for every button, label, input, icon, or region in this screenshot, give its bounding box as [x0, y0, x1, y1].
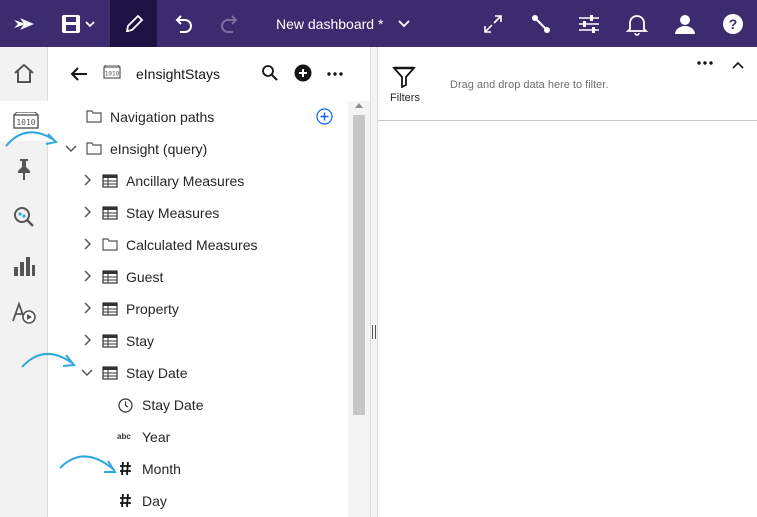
annotation-arrow-icon — [59, 455, 117, 473]
chevron-right-icon[interactable] — [82, 334, 94, 346]
tree-item-label: Year — [142, 429, 171, 445]
filter-drop-zone[interactable]: Filters Drag and drop data here to filte… — [378, 47, 757, 121]
annotation-arrow-icon — [5, 131, 59, 147]
hash-icon — [119, 461, 132, 476]
relationships-button[interactable] — [520, 0, 562, 47]
explore-icon[interactable] — [0, 197, 48, 237]
tree-item-property[interactable]: Property — [48, 293, 348, 325]
visualizations-icon[interactable] — [0, 245, 48, 285]
redo-button[interactable] — [210, 0, 250, 47]
left-navigation-rail: 1010 — [0, 47, 48, 517]
data-source-icon: 1010 — [103, 64, 121, 84]
tree-item-label: Stay Measures — [126, 205, 220, 221]
tree-item-guest[interactable]: Guest — [48, 261, 348, 293]
back-arrow-icon[interactable] — [68, 63, 90, 85]
chevron-down-icon — [398, 19, 411, 27]
tree-item-label: Property — [126, 301, 179, 317]
tree-item-label: Ancillary Measures — [126, 173, 245, 189]
add-source-icon[interactable] — [294, 64, 312, 87]
search-icon[interactable] — [261, 64, 279, 87]
text-media-icon[interactable] — [0, 293, 48, 333]
home-icon[interactable] — [0, 53, 48, 93]
chevron-right-icon[interactable] — [82, 238, 94, 250]
table-icon — [102, 174, 118, 188]
table-icon — [102, 302, 118, 316]
tree-item-label: Day — [142, 493, 167, 509]
undo-button[interactable] — [163, 0, 203, 47]
app-logo-icon[interactable] — [0, 0, 47, 47]
filters-hint: Drag and drop data here to filter. — [450, 79, 609, 91]
svg-text:?: ? — [729, 16, 738, 32]
annotation-arrow-icon — [21, 353, 76, 368]
chevron-right-icon[interactable] — [82, 302, 94, 314]
tree-item-stay-measures[interactable]: Stay Measures — [48, 197, 348, 229]
chevron-down-icon[interactable] — [81, 367, 93, 379]
save-menu-button[interactable] — [52, 0, 104, 47]
data-sources-panel: 1010 eInsightStays Navigation paths eIns… — [48, 47, 370, 517]
add-navigation-path-icon[interactable] — [316, 108, 333, 125]
tree-item-ancillary-measures[interactable]: Ancillary Measures — [48, 165, 348, 197]
panel-header: 1010 eInsightStays — [48, 47, 370, 101]
dashboard-title-menu[interactable]: New dashboard * — [276, 0, 411, 47]
dashboard-title: New dashboard * — [276, 15, 384, 32]
tree-scrollbar[interactable] — [348, 101, 370, 517]
tree-item-stay-date-table[interactable]: Stay Date — [48, 357, 348, 389]
svg-text:1010: 1010 — [105, 71, 120, 78]
help-button[interactable]: ? — [712, 0, 754, 47]
tree-item-stay-date-field[interactable]: Stay Date — [48, 389, 348, 421]
properties-sliders-button[interactable] — [568, 0, 610, 47]
scroll-up-icon[interactable] — [355, 103, 363, 108]
panel-resize-splitter[interactable] — [370, 47, 378, 517]
user-avatar-button[interactable] — [664, 0, 706, 47]
folder-icon — [102, 238, 118, 251]
folder-icon — [86, 142, 102, 155]
tree-item-label: Stay Date — [142, 397, 204, 413]
table-icon — [102, 206, 118, 220]
tree-item-label: Stay Date — [126, 365, 188, 381]
clock-icon — [118, 398, 133, 413]
tree-item-label: Guest — [126, 269, 164, 285]
tree-item-label: Calculated Measures — [126, 237, 258, 253]
chevron-right-icon[interactable] — [82, 206, 94, 218]
table-icon — [102, 270, 118, 284]
edit-pencil-button[interactable] — [110, 0, 157, 47]
top-toolbar: New dashboard * ? — [0, 0, 757, 47]
tree-item-label: Stay — [126, 333, 155, 349]
fullscreen-button[interactable] — [472, 0, 514, 47]
tree-item-calculated-measures[interactable]: Calculated Measures — [48, 229, 348, 261]
chevron-right-icon[interactable] — [82, 174, 94, 186]
tree-item-navigation-paths[interactable]: Navigation paths — [48, 101, 348, 133]
scrollbar-thumb[interactable] — [353, 115, 365, 415]
filter-funnel-icon[interactable] — [391, 66, 417, 93]
tree-item-day[interactable]: Day — [48, 485, 348, 517]
table-icon — [102, 366, 118, 380]
data-source-title: eInsightStays — [136, 66, 221, 82]
tree-item-einsight-query[interactable]: eInsight (query) — [48, 133, 348, 165]
abc-icon: abc — [117, 432, 131, 441]
folder-icon — [86, 110, 102, 123]
tree-item-stay[interactable]: Stay — [48, 325, 348, 357]
filters-label: Filters — [390, 92, 420, 104]
notifications-bell-button[interactable] — [616, 0, 658, 47]
hash-icon — [119, 493, 132, 508]
tree-item-label: Navigation paths — [110, 109, 215, 125]
resize-grip-icon[interactable] — [372, 325, 376, 339]
pin-icon[interactable] — [0, 149, 48, 189]
tree-item-label: eInsight (query) — [110, 141, 208, 157]
more-options-icon[interactable] — [696, 53, 714, 69]
chevron-right-icon[interactable] — [82, 270, 94, 282]
tree-item-label: Month — [142, 461, 181, 477]
chevron-down-icon[interactable] — [65, 143, 77, 155]
table-icon — [102, 334, 118, 348]
more-options-icon[interactable] — [326, 64, 344, 80]
chevron-up-icon[interactable] — [732, 56, 744, 74]
